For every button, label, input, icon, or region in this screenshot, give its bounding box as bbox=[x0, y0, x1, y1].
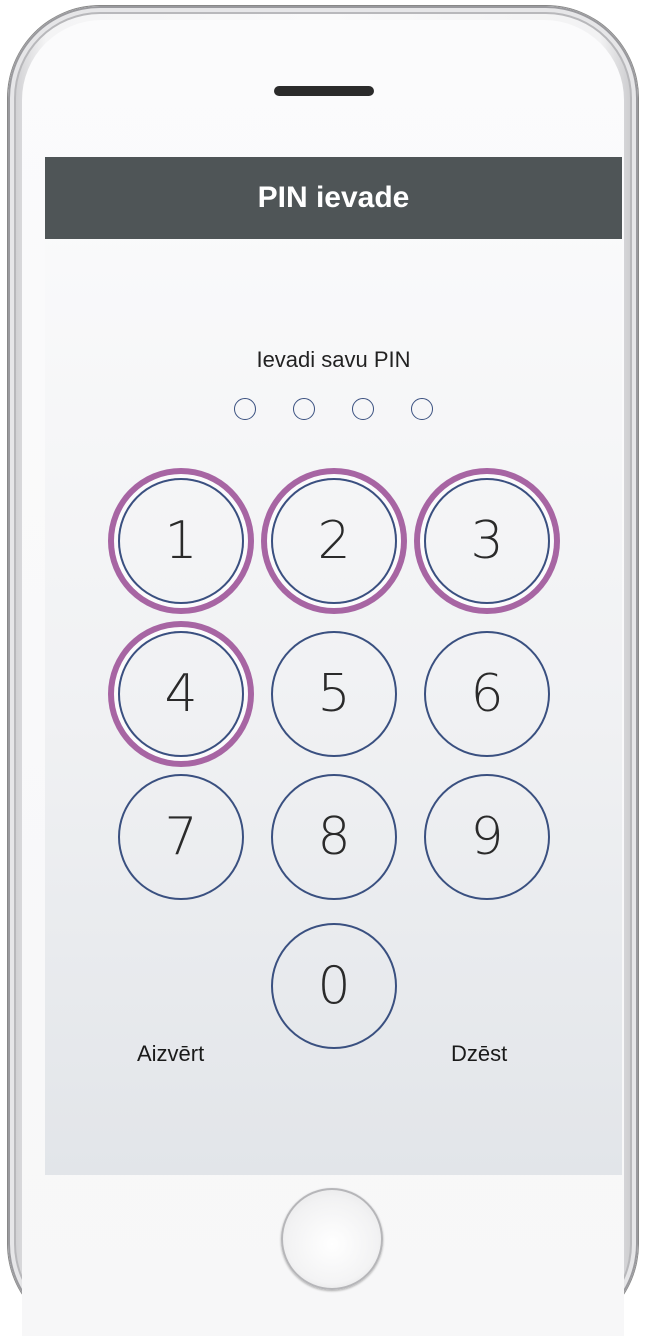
key-9[interactable]: 9 bbox=[424, 774, 550, 900]
key-1[interactable]: 1 bbox=[118, 478, 244, 604]
delete-button[interactable]: Dzēst bbox=[451, 1041, 507, 1067]
key-5[interactable]: 5 bbox=[271, 631, 397, 757]
pin-screen: PIN ievade Ievadi savu PIN 1 2 3 4 5 6 7… bbox=[45, 157, 622, 1175]
key-7[interactable]: 7 bbox=[118, 774, 244, 900]
key-0[interactable]: 0 bbox=[271, 923, 397, 1049]
pin-prompt: Ievadi savu PIN bbox=[256, 347, 411, 372]
key-3[interactable]: 3 bbox=[424, 478, 550, 604]
key-8[interactable]: 8 bbox=[271, 774, 397, 900]
speaker-grille bbox=[274, 86, 374, 96]
key-4[interactable]: 4 bbox=[118, 631, 244, 757]
pin-dot bbox=[234, 398, 256, 420]
key-6[interactable]: 6 bbox=[424, 631, 550, 757]
pin-dot bbox=[352, 398, 374, 420]
home-button[interactable] bbox=[281, 1188, 383, 1290]
key-2[interactable]: 2 bbox=[271, 478, 397, 604]
pin-dot bbox=[293, 398, 315, 420]
page-title: PIN ievade bbox=[45, 157, 622, 239]
pin-indicator bbox=[234, 398, 454, 424]
close-button[interactable]: Aizvērt bbox=[137, 1041, 204, 1067]
pin-dot bbox=[411, 398, 433, 420]
